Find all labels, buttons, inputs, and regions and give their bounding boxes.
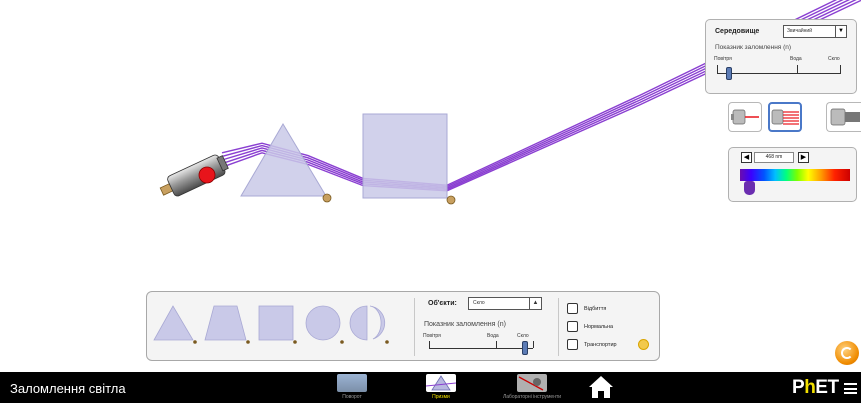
ray-view-button[interactable] [728, 102, 762, 132]
slider-tick [797, 65, 798, 73]
wavelength-panel: ◀ 468 nm ▶ [728, 147, 857, 202]
semicircle-prism-icon[interactable] [349, 305, 389, 344]
shape-palette [153, 305, 389, 344]
screen-tab-intro[interactable]: Поворот [334, 374, 370, 402]
white-laser-icon [830, 108, 860, 126]
normal-label: Нормальна [584, 324, 614, 330]
triangle-prism-icon[interactable] [153, 305, 197, 344]
circle-prism-icon[interactable] [305, 305, 344, 344]
objects-scale-air: Повітря [423, 333, 441, 339]
phet-logo-h: h [804, 377, 816, 398]
wave-view-button[interactable] [768, 102, 802, 132]
wave-beam-icon [771, 109, 799, 125]
play-area[interactable]: Середовище Звичайний ▼ Показник заломлен… [0, 0, 861, 372]
reset-objects-button[interactable] [638, 339, 649, 350]
wavelength-value: 468 nm [754, 152, 794, 163]
checkbox-box[interactable] [567, 339, 578, 350]
environment-title: Середовище [715, 28, 760, 35]
objects-ior-slider-thumb[interactable] [522, 341, 528, 355]
laser-emitter[interactable] [157, 152, 230, 202]
intro-screen-icon [337, 374, 367, 392]
menu-icon[interactable] [844, 383, 857, 394]
phet-logo-et: ET [815, 377, 839, 398]
slider-tick [840, 65, 841, 73]
wavelength-spectrum-slider[interactable] [740, 169, 850, 181]
square-prism-icon[interactable] [258, 305, 297, 344]
environment-scale-glass: Скло [828, 56, 840, 62]
environment-scale-water: Вода [790, 56, 802, 62]
trapezoid-prism-icon[interactable] [204, 305, 250, 344]
prisms-screen-icon [425, 374, 457, 392]
checkbox-box[interactable] [567, 303, 578, 314]
environment-select[interactable]: Звичайний ▼ [783, 25, 847, 38]
sim-title: Заломлення світла [10, 381, 126, 396]
objects-scale-water: Вода [487, 333, 499, 339]
environment-slider-thumb[interactable] [726, 67, 732, 80]
navigation-bar: Заломлення світла Поворот Призми Лаборат… [0, 372, 861, 403]
slider-tick [533, 341, 534, 348]
slider-tick [429, 341, 430, 348]
panel-divider [558, 298, 559, 356]
phet-logo[interactable]: PhET [792, 377, 839, 399]
objects-title: Об'єкти: [428, 300, 457, 307]
environment-ior-label: Показник заломлення (n) [715, 44, 792, 51]
chevron-down-icon[interactable]: ▼ [835, 26, 846, 37]
white-light-button[interactable] [826, 102, 861, 132]
phet-logo-p: P [792, 377, 805, 398]
screen-tab-intro-label: Поворот [342, 394, 362, 400]
reflections-label: Відбиття [584, 306, 607, 312]
lab-screen-icon [517, 374, 547, 392]
home-icon[interactable] [588, 375, 614, 399]
panel-divider [414, 298, 415, 356]
wavelength-decrease-button[interactable]: ◀ [741, 152, 752, 163]
environment-slider-track[interactable] [717, 73, 841, 74]
block-rotate-handle[interactable] [446, 195, 456, 205]
slider-tick [717, 65, 718, 73]
wavelength-increase-button[interactable]: ▶ [798, 152, 809, 163]
screen-tab-lab[interactable]: Лабораторні інструменти [503, 374, 561, 402]
reset-all-button[interactable] [835, 341, 859, 365]
wavelength-slider-thumb[interactable] [744, 181, 755, 195]
objects-material-select[interactable]: Скло ▲ [468, 297, 542, 310]
screen-tab-lab-label: Лабораторні інструменти [502, 394, 562, 400]
laser-on-button[interactable] [198, 166, 216, 184]
glass-block-rectangle[interactable] [362, 113, 448, 199]
objects-scale-glass: Скло [517, 333, 529, 339]
objects-ior-label: Показник заломлення (n) [424, 321, 506, 328]
protractor-label: Транспортир [584, 342, 617, 348]
objects-ior-slider-track[interactable] [429, 348, 533, 349]
objects-toolbox: Об'єкти: Скло ▲ Показник заломлення (n) … [146, 291, 660, 361]
environment-scale-air: Повітря [714, 56, 732, 62]
checkbox-box[interactable] [567, 321, 578, 332]
screen-tab-prisms[interactable]: Призми [423, 374, 459, 402]
chevron-up-icon[interactable]: ▲ [529, 298, 541, 309]
environment-panel: Середовище Звичайний ▼ Показник заломлен… [705, 19, 857, 94]
objects-select-value: Скло [473, 300, 485, 306]
environment-select-value: Звичайний [787, 28, 812, 34]
single-ray-icon [731, 109, 759, 125]
screen-tab-prisms-label: Призми [432, 394, 450, 400]
slider-tick [496, 341, 497, 348]
prism-rotate-handle[interactable] [322, 193, 332, 203]
